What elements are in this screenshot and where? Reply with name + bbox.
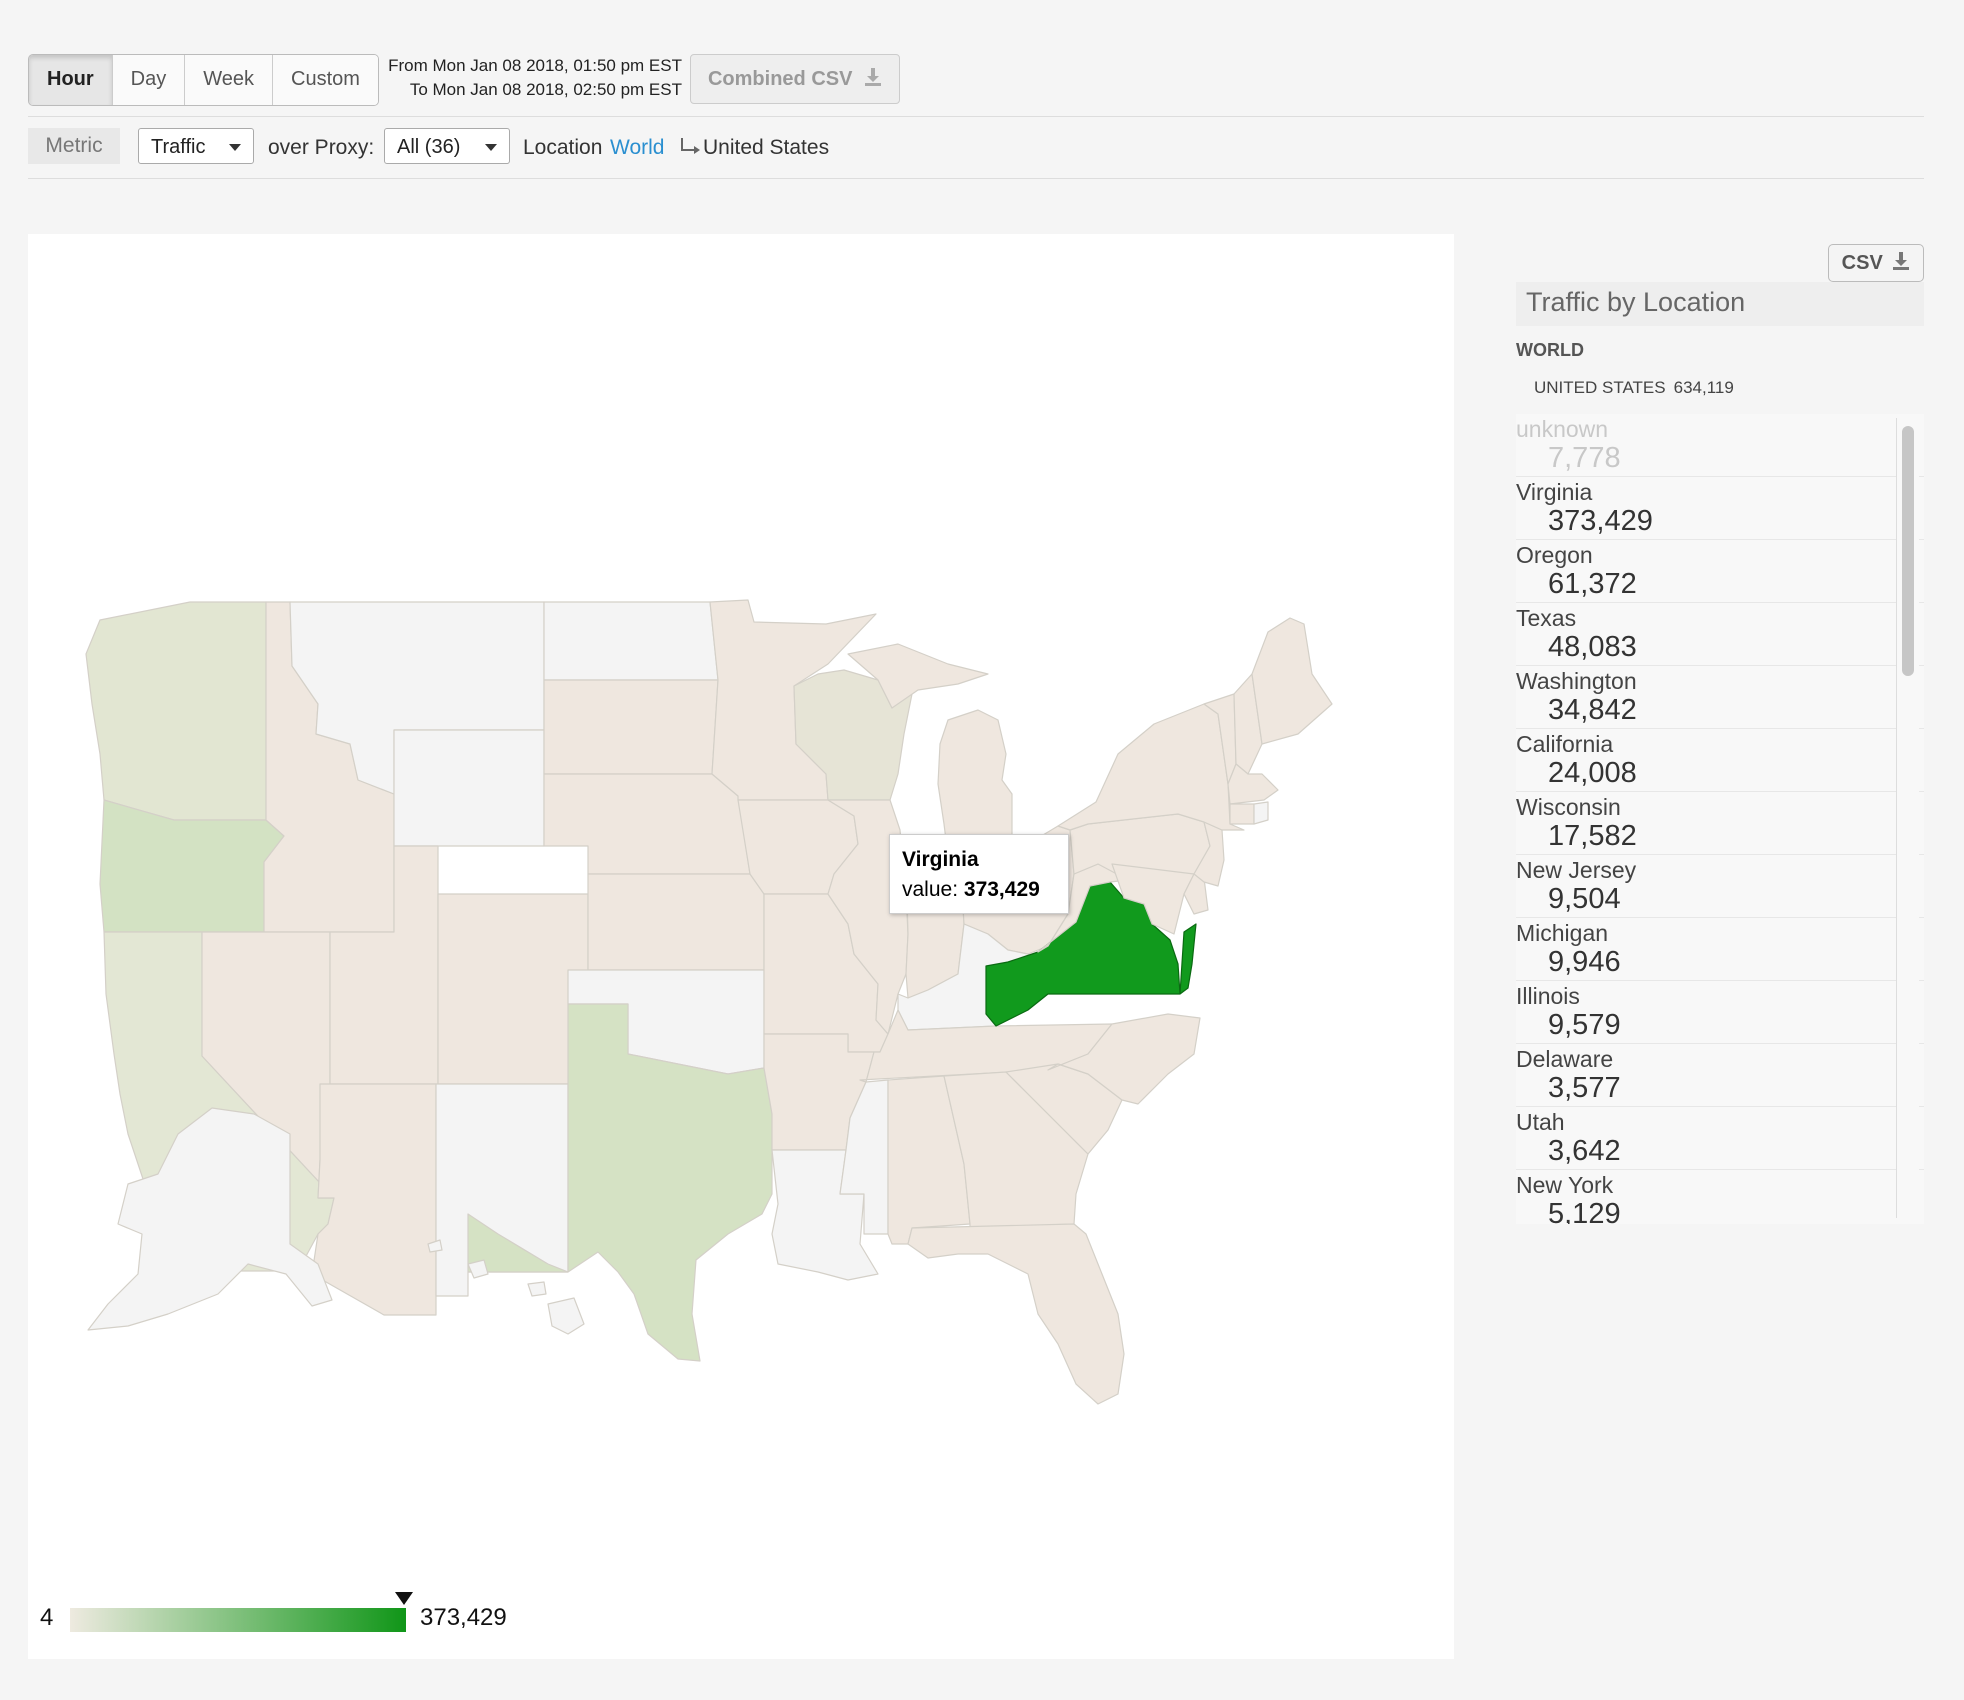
state-nebraska[interactable] xyxy=(543,773,751,875)
location-world-link[interactable]: World xyxy=(610,130,664,166)
state-colorado[interactable] xyxy=(437,893,589,1085)
state-oregon[interactable] xyxy=(99,799,285,933)
location-label: Location xyxy=(523,136,603,159)
location-value: 48,083 xyxy=(1548,631,1637,663)
world-link[interactable]: WORLD xyxy=(1516,340,1584,361)
metric-dropdown-value: Traffic xyxy=(151,136,206,158)
metric-dropdown[interactable]: Traffic xyxy=(138,128,254,164)
combined-csv-button[interactable]: Combined CSV xyxy=(690,54,900,104)
day-button[interactable]: Day xyxy=(111,55,185,105)
location-list-item[interactable]: Oregon 61,372 xyxy=(1516,540,1924,603)
download-icon xyxy=(1893,252,1910,270)
tooltip-value: 373,429 xyxy=(963,878,1040,901)
country-label: UNITED STATES xyxy=(1534,378,1666,397)
time-range-display: From Mon Jan 08 2018, 01:50 pm EST To Mo… xyxy=(364,54,682,102)
divider xyxy=(28,116,1924,117)
location-value: 17,582 xyxy=(1548,820,1637,852)
subdirectory-arrow-icon xyxy=(681,138,700,154)
location-name: Illinois xyxy=(1516,983,1580,1009)
location-name: Michigan xyxy=(1516,920,1609,946)
scrollbar-thumb[interactable] xyxy=(1902,426,1914,676)
tooltip-value-label: value: xyxy=(902,878,959,901)
map-tooltip: Virginia value: 373,429 xyxy=(889,834,1069,914)
state-south-dakota[interactable] xyxy=(543,679,719,775)
location-list-item[interactable]: Virginia 373,429 xyxy=(1516,477,1924,540)
download-icon xyxy=(865,68,881,86)
hour-button[interactable]: Hour xyxy=(29,55,112,105)
to-text: To Mon Jan 08 2018, 02:50 pm EST xyxy=(409,80,682,99)
proxy-dropdown-value: All (36) xyxy=(397,136,461,158)
state-kansas[interactable] xyxy=(587,873,765,971)
over-proxy-label: over Proxy: xyxy=(268,136,375,159)
location-list-item[interactable]: New York 5,129 xyxy=(1516,1170,1924,1224)
state-rhode-island[interactable] xyxy=(1253,801,1269,825)
state-wyoming[interactable] xyxy=(393,729,545,847)
state-north-dakota[interactable] xyxy=(543,601,719,681)
tooltip-value-row: value: 373,429 xyxy=(902,875,1056,905)
location-value: 61,372 xyxy=(1548,568,1637,600)
csv-download-button[interactable]: CSV xyxy=(1828,244,1924,282)
state-washington[interactable] xyxy=(85,601,267,821)
location-value: 9,579 xyxy=(1548,1009,1621,1041)
time-range-button-group: Hour Day Week Custom xyxy=(28,54,379,106)
us-map xyxy=(85,599,1333,1405)
legend-color-bar xyxy=(70,1608,406,1632)
location-value: 3,577 xyxy=(1548,1072,1621,1104)
location-value: 5,129 xyxy=(1548,1198,1621,1224)
legend-min-value: 4 xyxy=(40,1604,54,1631)
location-value: 9,504 xyxy=(1548,883,1621,915)
location-name: Utah xyxy=(1516,1109,1565,1135)
location-value: 34,842 xyxy=(1548,694,1637,726)
location-list-item[interactable]: Illinois 9,579 xyxy=(1516,981,1924,1044)
csv-label: CSV xyxy=(1841,252,1883,274)
location-list-item[interactable]: Michigan 9,946 xyxy=(1516,918,1924,981)
location-name: New York xyxy=(1516,1172,1614,1198)
from-text: From Mon Jan 08 2018, 01:50 pm EST xyxy=(388,56,682,75)
country-total: 634,119 xyxy=(1673,378,1734,397)
location-name: Wisconsin xyxy=(1516,794,1621,820)
location-list-item[interactable]: Delaware 3,577 xyxy=(1516,1044,1924,1107)
location-name: California xyxy=(1516,731,1614,757)
state-connecticut[interactable] xyxy=(1229,803,1255,825)
location-list-item[interactable]: California 24,008 xyxy=(1516,729,1924,792)
location-name: Oregon xyxy=(1516,542,1593,568)
location-list-item[interactable]: Wisconsin 17,582 xyxy=(1516,792,1924,855)
location-list-item[interactable]: Washington 34,842 xyxy=(1516,666,1924,729)
combined-csv-label: Combined CSV xyxy=(707,68,853,90)
chevron-down-icon xyxy=(485,144,497,151)
location-value: 9,946 xyxy=(1548,946,1621,978)
location-name: Delaware xyxy=(1516,1046,1614,1072)
location-current: United States xyxy=(703,136,830,159)
location-list-item[interactable]: Utah 3,642 xyxy=(1516,1107,1924,1170)
location-list-item[interactable]: Texas 48,083 xyxy=(1516,603,1924,666)
location-name: Washington xyxy=(1516,668,1637,694)
location-name: Texas xyxy=(1516,605,1577,631)
divider xyxy=(28,178,1924,179)
metric-label: Metric xyxy=(28,128,120,164)
country-row[interactable]: UNITED STATES 634,119 xyxy=(1534,378,1734,398)
state-new-york[interactable] xyxy=(1057,703,1245,831)
location-name: Virginia xyxy=(1516,479,1593,505)
side-panel-title: Traffic by Location xyxy=(1516,282,1924,326)
custom-button[interactable]: Custom xyxy=(272,55,378,105)
legend-marker-icon xyxy=(395,1592,413,1605)
location-value: 3,642 xyxy=(1548,1135,1621,1167)
location-name: unknown xyxy=(1516,416,1609,442)
location-value: 24,008 xyxy=(1548,757,1637,789)
location-list-item[interactable]: New Jersey 9,504 xyxy=(1516,855,1924,918)
location-value: 373,429 xyxy=(1548,505,1653,537)
location-list: unknown 7,778 Virginia 373,429 Oregon 61,372 T… xyxy=(1516,414,1924,1224)
tooltip-title: Virginia xyxy=(902,848,979,871)
chevron-down-icon xyxy=(229,144,241,151)
state-florida[interactable] xyxy=(907,1223,1125,1405)
location-value: 7,778 xyxy=(1548,442,1621,474)
location-list-item[interactable]: unknown 7,778 xyxy=(1516,414,1924,477)
location-name: New Jersey xyxy=(1516,857,1637,883)
proxy-dropdown[interactable]: All (36) xyxy=(384,128,510,164)
legend-max-value: 373,429 xyxy=(420,1604,507,1631)
week-button[interactable]: Week xyxy=(184,55,273,105)
state-massachusetts[interactable] xyxy=(1227,763,1279,805)
state-maine[interactable] xyxy=(1251,617,1333,745)
